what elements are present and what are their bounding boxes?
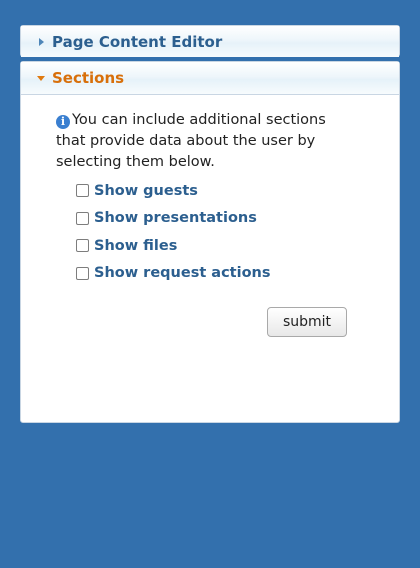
option-show-files: Show files	[76, 232, 271, 260]
show-guests-checkbox[interactable]	[76, 184, 89, 198]
page-content-editor-title[interactable]: Page Content Editor	[52, 33, 222, 51]
triangle-down-icon	[37, 75, 45, 81]
option-show-request-actions: Show request actions	[76, 260, 271, 288]
sections-header[interactable]: Sections	[21, 62, 399, 95]
sections-panel: Sections i You can include additional sec…	[20, 61, 400, 423]
submit-button[interactable]: submit	[267, 307, 347, 337]
show-files-checkbox[interactable]	[76, 239, 89, 253]
info-text: You can include additional sections that…	[56, 112, 326, 170]
section-options: Show guests Show presentations Show file…	[76, 177, 271, 287]
option-show-presentations: Show presentations	[76, 205, 271, 233]
show-request-actions-label[interactable]: Show request actions	[94, 265, 271, 281]
sections-title[interactable]: Sections	[52, 69, 124, 87]
show-presentations-label[interactable]: Show presentations	[94, 210, 257, 226]
show-presentations-checkbox[interactable]	[76, 211, 89, 225]
page-content-editor-header[interactable]: Page Content Editor	[21, 26, 399, 57]
info-icon: i	[56, 115, 70, 129]
show-guests-label[interactable]: Show guests	[94, 183, 198, 199]
option-show-guests: Show guests	[76, 177, 271, 205]
info-message: i You can include additional sections tha…	[56, 110, 356, 173]
show-files-label[interactable]: Show files	[94, 238, 177, 254]
show-request-actions-checkbox[interactable]	[76, 266, 89, 280]
page-content-editor-panel: Page Content Editor	[20, 25, 400, 57]
triangle-right-icon	[39, 37, 44, 46]
